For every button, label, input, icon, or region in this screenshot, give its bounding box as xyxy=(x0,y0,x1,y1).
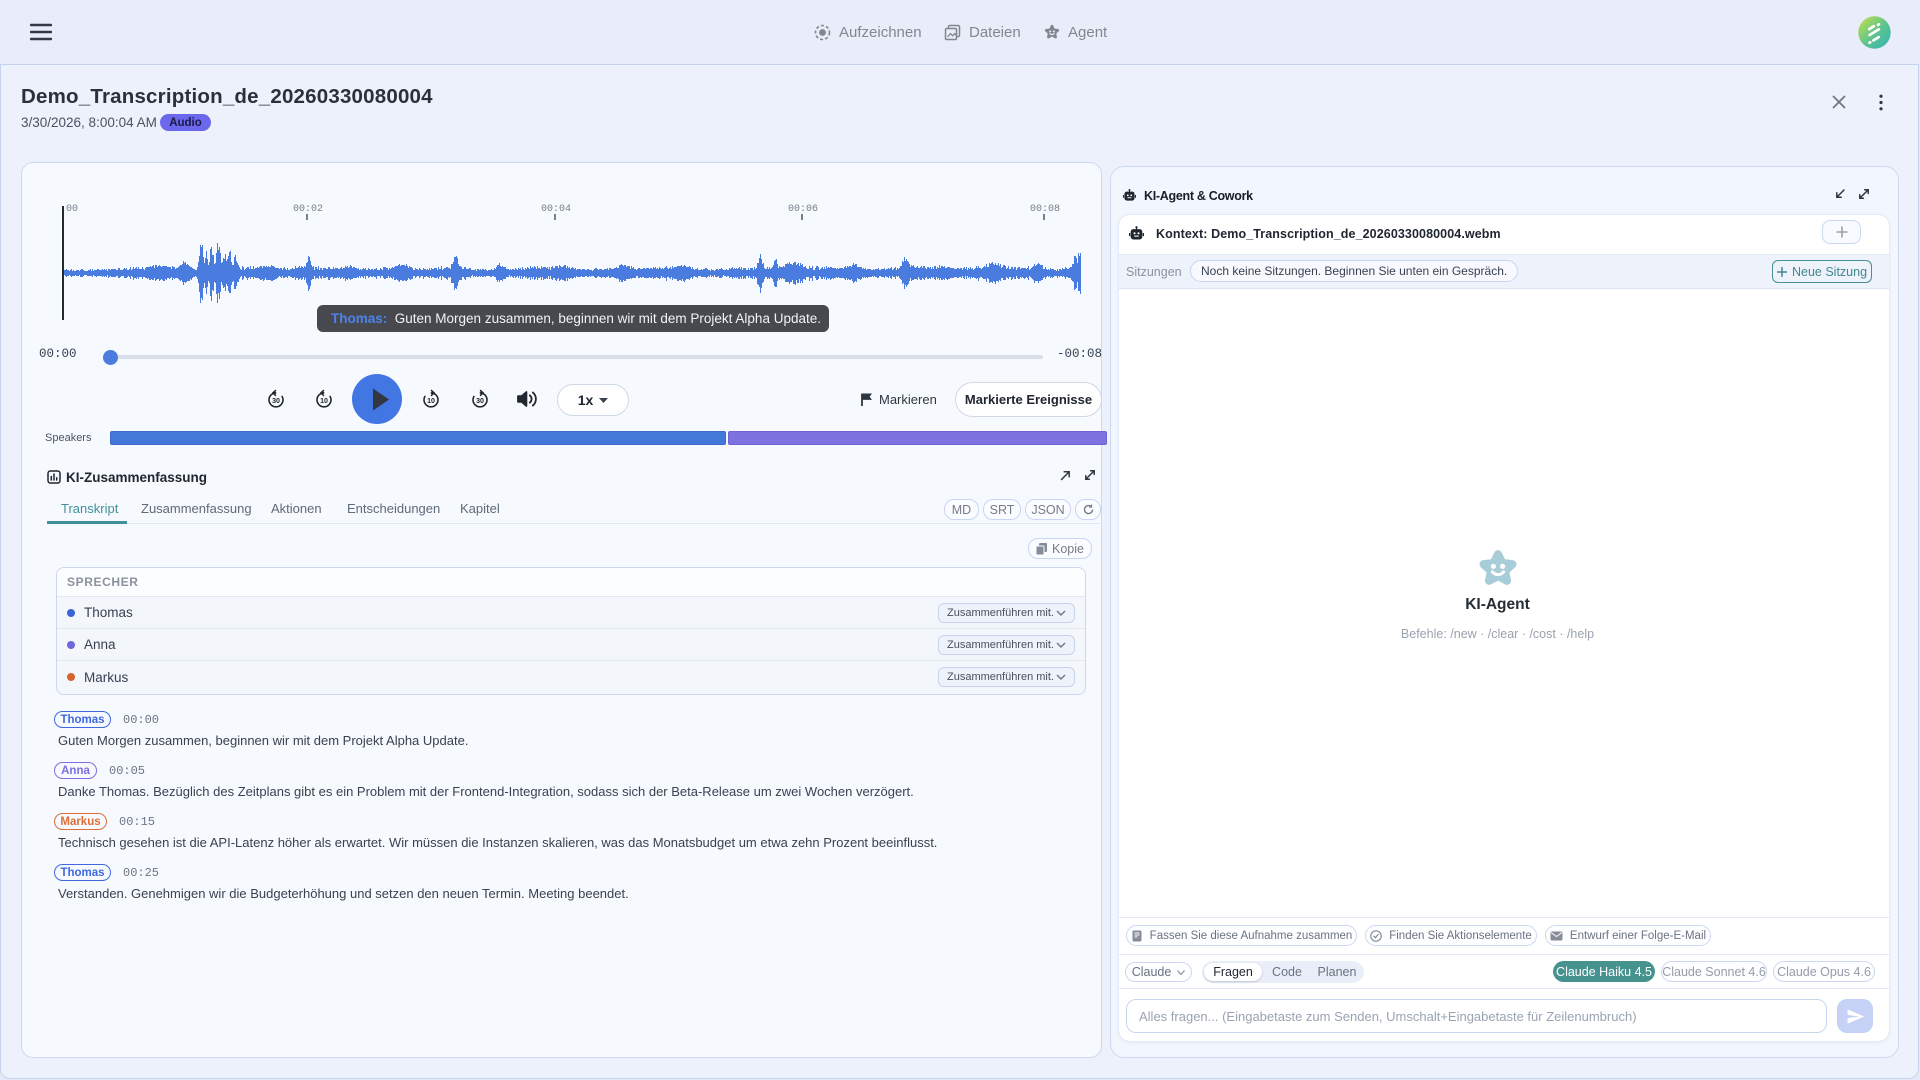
svg-text:10: 10 xyxy=(320,397,328,405)
svg-text:10: 10 xyxy=(427,397,435,405)
svg-text:30: 30 xyxy=(476,397,484,405)
svg-text:30: 30 xyxy=(272,397,280,405)
